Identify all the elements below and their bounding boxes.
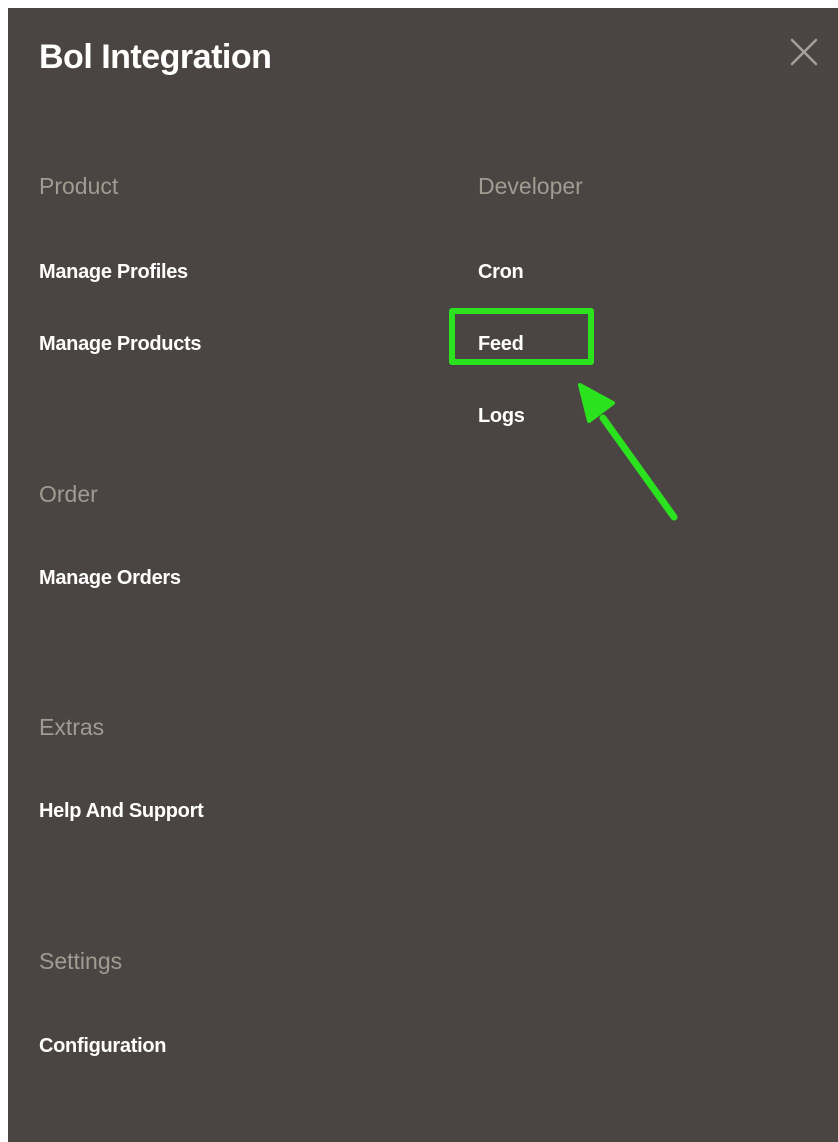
section-heading-settings: Settings [39, 948, 123, 974]
menu-item-manage-products[interactable]: Manage Products [39, 333, 202, 356]
close-icon [790, 38, 818, 66]
menu-item-help-and-support[interactable]: Help And Support [39, 800, 204, 823]
section-heading-extras: Extras [39, 714, 105, 740]
section-heading-product: Product [39, 173, 119, 199]
menu-item-manage-profiles[interactable]: Manage Profiles [39, 261, 188, 284]
menu-item-cron[interactable]: Cron [478, 261, 524, 284]
section-heading-developer: Developer [478, 173, 583, 199]
bol-integration-menu-panel: Bol Integration Product Manage Profiles … [8, 8, 838, 1142]
menu-item-configuration[interactable]: Configuration [39, 1035, 166, 1058]
section-heading-order: Order [39, 481, 98, 507]
menu-item-logs[interactable]: Logs [478, 405, 525, 428]
close-button[interactable] [786, 34, 822, 70]
annotation-highlight-box [449, 308, 594, 365]
panel-title: Bol Integration [39, 38, 272, 76]
menu-item-manage-orders[interactable]: Manage Orders [39, 567, 181, 590]
